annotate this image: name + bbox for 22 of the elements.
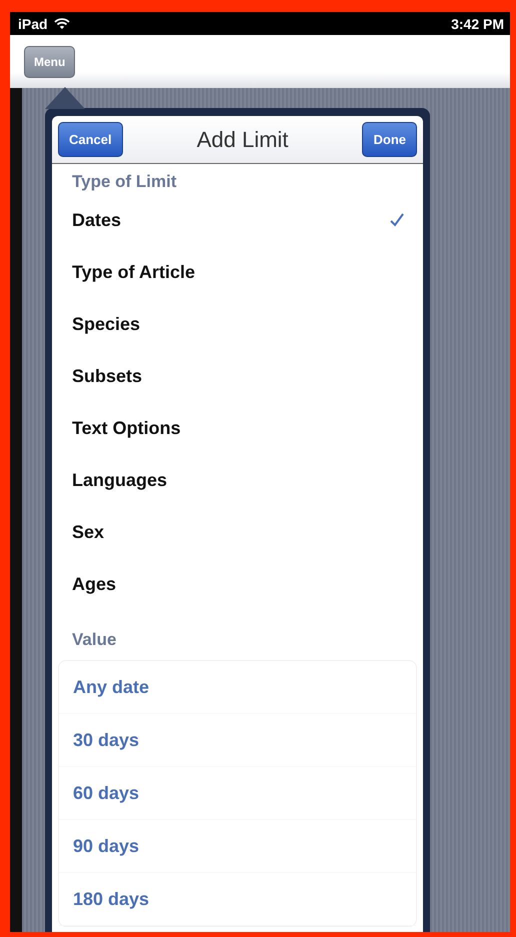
limit-type-item[interactable]: Ages [52,558,423,610]
limit-type-item[interactable]: Dates [52,194,423,246]
limit-type-item[interactable]: Text Options [52,402,423,454]
wifi-icon [54,18,70,30]
value-option[interactable]: 90 days [59,820,416,873]
popover-title: Add Limit [196,126,288,152]
limit-type-item[interactable]: Type of Article [52,246,423,298]
value-option[interactable]: 30 days [59,714,416,767]
value-option[interactable]: 180 days [59,873,416,926]
done-button[interactable]: Done [362,122,417,157]
limit-type-item[interactable]: Sex [52,506,423,558]
clock-time: 3:42 PM [451,16,504,32]
section-header: Type of Limit [71,171,178,193]
value-option[interactable]: Any date [59,661,416,714]
cancel-button[interactable]: Cancel [58,122,123,157]
limit-type-item[interactable]: Languages [52,454,423,506]
section-header: Value [71,629,118,651]
value-option[interactable]: 60 days [59,767,416,820]
limit-type-item[interactable]: Subsets [52,350,423,402]
popover-arrow-icon [45,87,85,109]
device-name: iPad [18,16,48,32]
limit-type-item[interactable]: Species [52,298,423,350]
